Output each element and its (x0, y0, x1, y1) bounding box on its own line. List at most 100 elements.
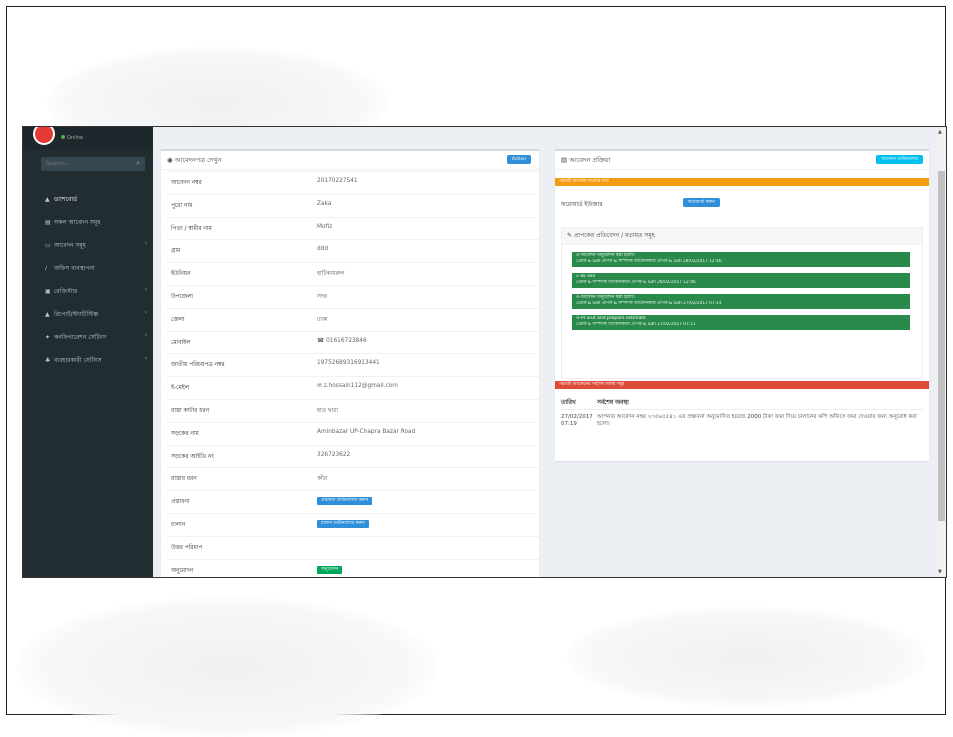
status-rows: 27/02/2017 07:19 আপনার আবেদন নম্বর ২৩৫৬৫৫… (561, 410, 923, 436)
avatar[interactable] (33, 127, 55, 145)
process-header: ▤ আবেদন প্রক্রিয়া আবেদন ডাউনলোড (555, 151, 929, 170)
scrollbar[interactable]: ▲ ▼ (937, 127, 946, 577)
sidebar-item[interactable]: ▤ সকল আবেদন সমূহ (23, 211, 153, 234)
search-input[interactable] (41, 157, 130, 171)
status-date: 27/02/2017 07:19 (561, 414, 593, 427)
detail-value: ঢাকা (317, 315, 328, 325)
sidebar-item[interactable]: ▲ রিপোর্ট/স্ট্যাটিস্টিক্স ‹ (23, 303, 153, 326)
sidebar-item-label: রেজিস্টার (54, 288, 78, 295)
detail-value: ddd (317, 246, 328, 252)
status-header-text: সর্বশেষ অবস্থা (597, 400, 629, 406)
detail-value: 19752689316913441 (317, 360, 380, 366)
forward-button[interactable]: ফরোয়ার্ড করুন (683, 198, 720, 207)
detail-action-button[interactable]: অনুমোদন (317, 565, 343, 574)
sidebar-item[interactable]: ✦ কনফিগারেশন সেটিংস ‹ (23, 326, 153, 349)
users-icon: ♣ (45, 357, 51, 364)
detail-label: ই-মেইল (171, 385, 190, 392)
detail-value-text: সদর (317, 294, 328, 300)
scroll-down-icon[interactable]: ▼ (938, 569, 942, 575)
detail-label: অনুমোদন (171, 567, 194, 574)
edit-icon: ∕ (45, 265, 48, 272)
detail-value-text: হাত দ্বারা (317, 408, 338, 414)
detail-row: রাস্তার ধরন কাঁচা (167, 467, 539, 487)
detail-value: অনুমোদন (317, 565, 343, 574)
status-row: 27/02/2017 07:19 আপনার আবেদন নম্বর ২৩৫৬৫৫… (561, 410, 923, 436)
detail-value-text: ddd (317, 246, 329, 253)
comment-meta: প্রেরক & সম্পাদক আবেদনকারী প্রাপক & Safi… (576, 280, 696, 285)
details-header: ◉ আবেদনপত্র দেখুন Action (161, 151, 539, 170)
detail-label: পিতা / স্বামীর নাম (171, 225, 212, 232)
book-icon: ▣ (45, 288, 51, 295)
detail-value-text: Mofiz (317, 223, 333, 230)
latest-status-bar: পরবর্তী আবেদনের সর্বশেষ অবস্থা সমূহ (555, 381, 929, 389)
sidebar-search: ⌕ (41, 157, 145, 171)
detail-row: সড়কের আইডি নং 326723622 (167, 444, 539, 465)
detail-value: হাত দ্বারা (317, 406, 338, 416)
detail-label: গ্রাম (171, 248, 181, 255)
sidebar-item[interactable]: ▭ আবেদন সমূহ ‹ (23, 234, 153, 257)
detail-value-text: ঢাকা (317, 316, 328, 323)
detail-row: জেলা ঢাকা (167, 307, 539, 328)
comments-title: প্রাপকের প্রতিবেদন / মতামত সমূহ (573, 232, 655, 239)
detail-row: প্রস্তাবনা প্রস্তাবনা ডাউনলোড করুন (167, 490, 539, 510)
detail-value: Aminbazar UP-Chapra Bazar Road (317, 429, 415, 435)
sidebar-item[interactable]: ▣ রেজিস্টার ‹ (23, 280, 153, 303)
dashboard-icon: ▲ (45, 196, 50, 203)
online-dot-icon (61, 135, 65, 139)
detail-value: Mofiz (317, 224, 332, 230)
status-table: তারিখ সর্বশেষ অবস্থা 27/02/2017 07:19 আপন… (561, 395, 923, 436)
detail-row: গ্রাম ddd (167, 239, 539, 259)
process-icon: ▤ (561, 156, 568, 164)
detail-row: পিতা / স্বামীর নাম Mofiz (167, 216, 539, 237)
detail-row: মোবাইল ☎ 01616723846 (167, 330, 539, 351)
status-text: আপনার আবেদন নম্বর ২৩৫৬৫৫৪১ এর প্রস্তাবনা… (597, 414, 917, 427)
detail-action-button[interactable]: প্রস্তাবনা ডাউনলোড করুন (317, 497, 373, 506)
file-icon: ▤ (45, 219, 51, 226)
details-title: আবেদনপত্র দেখুন (174, 156, 222, 164)
detail-value: Zaka (317, 201, 331, 207)
search-icon[interactable]: ⌕ (136, 159, 140, 168)
detail-label: রাস্তার ধরন (171, 476, 197, 483)
folder-icon: ▭ (45, 242, 51, 249)
sidebar-item[interactable]: ▲ ড্যাশবোর্ড (23, 188, 153, 211)
detail-label: সড়কের নাম (171, 430, 199, 437)
action-button[interactable]: Action (506, 155, 531, 164)
sidebar-item[interactable]: ♣ ব্যবহারকারী সেটিংস ‹ (23, 349, 153, 372)
watermark-bottom-right (567, 607, 927, 707)
chart-icon: ▲ (45, 311, 50, 318)
app-screenshot: Online ⌕ ▲ড্যাশবোর্ড▤সকল আবেদন সমূহ▭আবেদ… (22, 126, 947, 578)
detail-action-button[interactable]: চালান ডাউনলোড করুন (317, 520, 369, 528)
detail-row: উত্তর পরিমাপ (167, 535, 539, 556)
download-application-button[interactable]: আবেদন ডাউনলোড (876, 155, 923, 164)
detail-label: সড়কের আইডি নং (171, 453, 214, 460)
comment-meta: প্রেরক & Safi প্রাপক & সম্পাদক আবেদনকারী… (576, 301, 722, 306)
detail-row: সড়কের নাম Aminbazar UP-Chapra Bazar Road (167, 421, 539, 442)
sidebar-user-row: Online (23, 127, 153, 149)
comment-meta: প্রেরক & সম্পাদক আবেদনকারী প্রাপক & Safi… (576, 322, 696, 327)
process-panel: ▤ আবেদন প্রক্রিয়া আবেদন ডাউনলোড পরবর্তী… (555, 149, 929, 461)
next-application-bar: পরবর্তী আবেদন সংক্রান্ত তথ্য (555, 178, 929, 186)
detail-row: অনুমোদন অনুমোদন (167, 558, 539, 577)
detail-row: ই-মেইল ✉ z.hossain112@gmail.com (167, 376, 539, 396)
detail-value: 326723622 (317, 452, 350, 458)
detail-value-text: Zaka (317, 200, 332, 207)
main-content: ◉ আবেদনপত্র দেখুন Action আবেদন নম্বর 2017… (159, 127, 946, 577)
forward-user-label: ফরোয়ার্ড ইউজার (561, 201, 603, 208)
sidebar-item-label: ব্যবহারকারী সেটিংস (54, 357, 102, 364)
detail-value-text: 01616723846 (326, 337, 367, 344)
chevron-left-icon: ‹ (144, 240, 147, 247)
detail-label: জাতীয় পরিচয়পত্র নম্বর (171, 362, 225, 369)
detail-value: হাটিকামরুল (317, 269, 344, 279)
scrollbar-thumb[interactable] (938, 171, 945, 521)
detail-value: ☎ 01616723846 (317, 338, 367, 344)
detail-value: চালান ডাউনলোড করুন (317, 520, 369, 528)
menu-header (23, 177, 153, 188)
sidebar-item-label: কনফিগারেশন সেটিংস (54, 334, 107, 341)
detail-value-text: 19752689316913441 (317, 360, 380, 367)
process-title: আবেদন প্রক্রিয়া (569, 156, 611, 164)
sidebar-item[interactable]: ∕ অফিস ব্যবস্থাপনা (23, 257, 153, 280)
detail-value-text: Aminbazar UP-Chapra Bazar Road (317, 428, 416, 435)
detail-value: কাঁচা (317, 474, 328, 484)
eye-icon: ◉ (167, 156, 173, 164)
scroll-up-icon[interactable]: ▲ (938, 129, 942, 135)
